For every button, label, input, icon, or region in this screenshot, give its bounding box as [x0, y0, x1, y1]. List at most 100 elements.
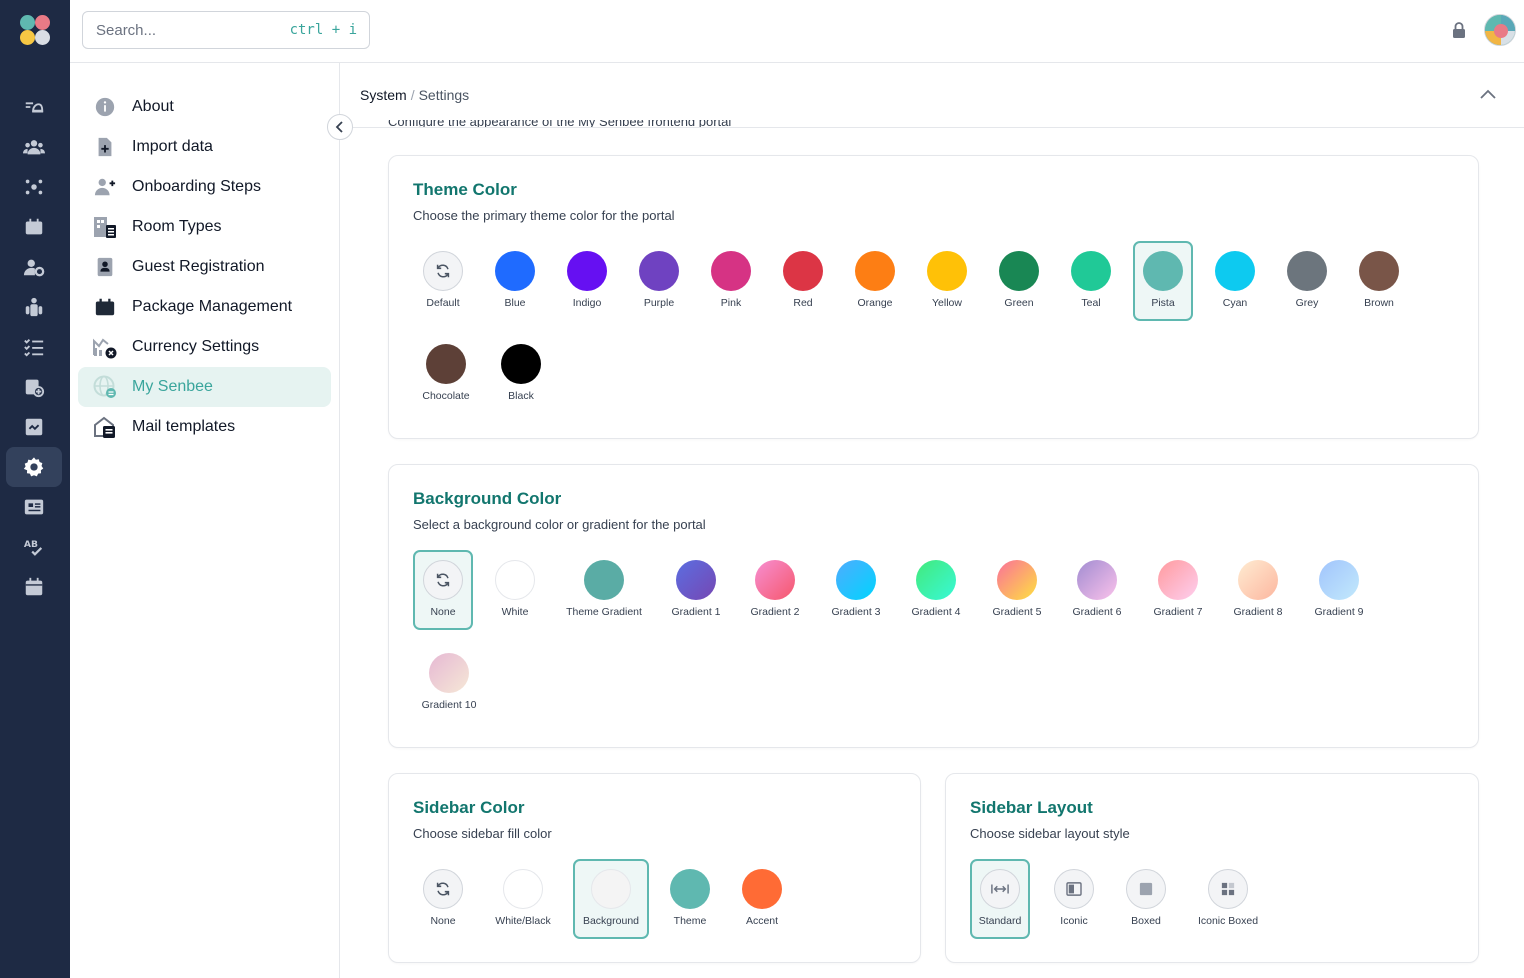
sidebar-layout-card: Sidebar Layout Choose sidebar layout sty… [945, 773, 1479, 963]
sidebar-color-option-theme[interactable]: Theme [660, 859, 720, 939]
color-swatch [676, 560, 716, 600]
background-option-none[interactable]: None [413, 550, 473, 630]
color-swatch [1359, 251, 1399, 291]
nav-item-guest-registration[interactable]: Guest Registration [78, 247, 331, 287]
integrations-icon[interactable] [21, 414, 47, 440]
background-option-gradient-6[interactable]: Gradient 6 [1067, 550, 1127, 630]
theme-option-yellow[interactable]: Yellow [917, 241, 977, 321]
color-swatch [755, 560, 795, 600]
theme-option-brown[interactable]: Brown [1349, 241, 1409, 321]
settings-gear-icon[interactable] [6, 447, 62, 487]
nav-item-currency-settings[interactable]: Currency Settings [78, 327, 331, 367]
arrows-horizontal-icon [980, 869, 1020, 909]
lock-icon[interactable] [1452, 22, 1466, 38]
option-label: Iconic Boxed [1197, 915, 1259, 927]
sidebar-layout-option-iconic[interactable]: Iconic [1044, 859, 1104, 939]
search-placeholder: Search... [96, 22, 157, 39]
sidebar-iconic-icon [1054, 869, 1094, 909]
nav-item-package-management[interactable]: Package Management [78, 287, 331, 327]
theme-option-green[interactable]: Green [989, 241, 1049, 321]
option-label: Accent [745, 915, 779, 927]
sidebar-layout-option-iconic-boxed[interactable]: Iconic Boxed [1198, 859, 1258, 939]
staff-icon[interactable] [21, 294, 47, 320]
theme-option-cyan[interactable]: Cyan [1205, 241, 1265, 321]
theme-option-purple[interactable]: Purple [629, 241, 689, 321]
nav-item-onboarding-steps[interactable]: Onboarding Steps [78, 167, 331, 207]
add-service-icon[interactable] [21, 374, 47, 400]
breadcrumb-parent[interactable]: System [360, 87, 407, 103]
sidebar-layout-option-boxed[interactable]: Boxed [1116, 859, 1176, 939]
reception-bell-icon[interactable] [21, 94, 47, 120]
sidebar-color-option-accent[interactable]: Accent [732, 859, 792, 939]
background-option-gradient-8[interactable]: Gradient 8 [1228, 550, 1288, 630]
search-input[interactable]: Search... ctrl + i [82, 11, 370, 49]
guests-icon[interactable] [21, 134, 47, 160]
calendar-box-icon[interactable] [21, 214, 47, 240]
theme-option-grey[interactable]: Grey [1277, 241, 1337, 321]
color-swatch [429, 653, 469, 693]
color-swatch [1071, 251, 1111, 291]
theme-option-red[interactable]: Red [773, 241, 833, 321]
color-swatch [501, 344, 541, 384]
sidebar-color-option-white-black[interactable]: White/Black [493, 859, 553, 939]
nav-item-my-senbee[interactable]: My Senbee [78, 367, 331, 407]
nav-item-label: Mail templates [132, 418, 236, 435]
card-title: Background Color [413, 489, 562, 508]
card-title: Sidebar Color [413, 798, 525, 817]
task-list-icon[interactable] [21, 334, 47, 360]
theme-option-pink[interactable]: Pink [701, 241, 761, 321]
background-option-gradient-10[interactable]: Gradient 10 [419, 643, 479, 723]
theme-option-indigo[interactable]: Indigo [557, 241, 617, 321]
sidebar-color-option-background[interactable]: Background [573, 859, 649, 939]
background-option-theme-gradient[interactable]: Theme Gradient [566, 550, 642, 630]
user-plus-icon [93, 175, 117, 199]
background-option-gradient-7[interactable]: Gradient 7 [1148, 550, 1208, 630]
color-swatch [1143, 251, 1183, 291]
color-swatch [742, 869, 782, 909]
background-option-gradient-9[interactable]: Gradient 9 [1309, 550, 1369, 630]
color-swatch [584, 560, 624, 600]
nav-item-mail-templates[interactable]: Mail templates [78, 407, 331, 447]
theme-option-pista[interactable]: Pista [1133, 241, 1193, 321]
breadcrumb: System / Settings [360, 87, 469, 103]
option-label: Gradient 10 [421, 699, 477, 711]
theme-color-card: Theme Color Choose the primary theme col… [388, 155, 1479, 439]
nav-item-room-types[interactable]: Room Types [78, 207, 331, 247]
file-plus-icon [93, 135, 117, 159]
sidebar-color-card: Sidebar Color Choose sidebar fill color … [388, 773, 921, 963]
nav-item-label: Currency Settings [132, 338, 260, 355]
group-network-icon[interactable] [21, 174, 47, 200]
nav-item-about[interactable]: About [78, 87, 331, 127]
user-settings-icon[interactable] [21, 254, 47, 280]
building-list-icon [93, 215, 117, 239]
reset-icon [423, 251, 463, 291]
background-option-white[interactable]: White [485, 550, 545, 630]
avatar[interactable] [1484, 14, 1516, 46]
color-swatch [997, 560, 1037, 600]
sidebar-layout-option-standard[interactable]: Standard [970, 859, 1030, 939]
nav-item-label: Import data [132, 138, 213, 155]
background-option-gradient-2[interactable]: Gradient 2 [745, 550, 805, 630]
reports-icon[interactable] [21, 494, 47, 520]
sidebar-color-option-none[interactable]: None [413, 859, 473, 939]
background-option-gradient-3[interactable]: Gradient 3 [826, 550, 886, 630]
theme-option-black[interactable]: Black [491, 334, 551, 414]
color-swatch [495, 560, 535, 600]
theme-option-orange[interactable]: Orange [845, 241, 905, 321]
background-option-gradient-5[interactable]: Gradient 5 [987, 550, 1047, 630]
info-icon [93, 95, 117, 119]
search-shortcut: ctrl + i [289, 22, 357, 38]
chevron-up-icon[interactable] [1479, 87, 1497, 101]
theme-option-chocolate[interactable]: Chocolate [416, 334, 476, 414]
color-swatch [783, 251, 823, 291]
calendar-icon[interactable] [21, 574, 47, 600]
translations-check-icon[interactable]: AB [21, 534, 47, 560]
nav-item-import-data[interactable]: Import data [78, 127, 331, 167]
theme-option-blue[interactable]: Blue [485, 241, 545, 321]
background-option-gradient-1[interactable]: Gradient 1 [666, 550, 726, 630]
collapse-nav-button[interactable] [327, 114, 353, 140]
background-option-gradient-4[interactable]: Gradient 4 [906, 550, 966, 630]
theme-option-default[interactable]: Default [413, 241, 473, 321]
app-logo[interactable] [19, 14, 51, 46]
theme-option-teal[interactable]: Teal [1061, 241, 1121, 321]
